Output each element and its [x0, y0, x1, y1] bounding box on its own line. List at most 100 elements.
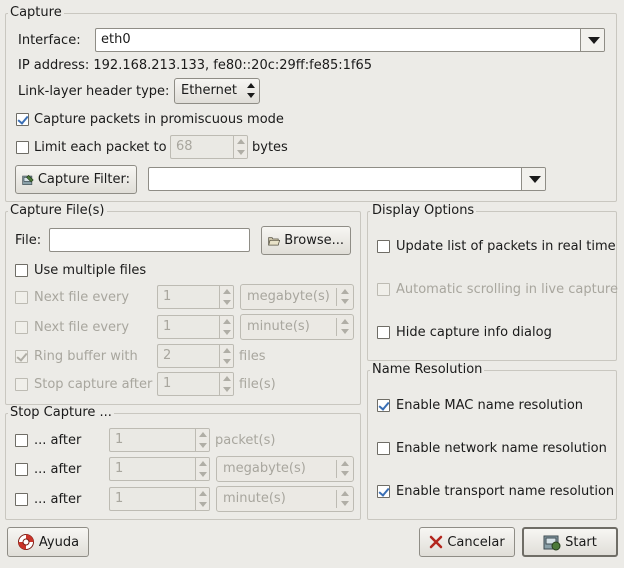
start-button[interactable]: Start — [522, 527, 618, 557]
ring-buffer-unit: files — [239, 349, 266, 364]
limit-packet-checkbox[interactable] — [16, 141, 29, 154]
updown-arrows-icon — [247, 83, 255, 98]
spinner-arrows-icon — [219, 316, 233, 338]
spinner-arrows-icon — [195, 488, 209, 510]
lifebuoy-icon — [17, 534, 34, 550]
next-file-time-unit-select[interactable]: minute(s) — [240, 314, 354, 340]
network-resolution-label[interactable]: Enable network name resolution — [396, 441, 607, 456]
next-file-size-unit-select[interactable]: megabyte(s) — [240, 284, 354, 310]
link-layer-select[interactable]: Ethernet — [174, 78, 260, 104]
stop-time-value: 1 — [115, 491, 124, 506]
chevron-down-icon[interactable] — [521, 168, 545, 190]
stop-size-value: 1 — [115, 461, 124, 476]
limit-packet-value: 68 — [176, 139, 193, 154]
stop-packets-value: 1 — [115, 432, 124, 447]
promiscuous-label[interactable]: Capture packets in promiscuous mode — [34, 112, 284, 127]
limit-packet-label[interactable]: Limit each packet to — [34, 140, 167, 155]
ip-address-label: IP address: 192.168.213.133, fe80::20c:2… — [18, 58, 373, 73]
spinner-arrows-icon — [195, 429, 209, 451]
stop-packets-label[interactable]: ... after — [34, 433, 81, 448]
autoscroll-label: Automatic scrolling in live capture — [396, 282, 618, 297]
next-file-size-checkbox[interactable] — [15, 291, 28, 304]
browse-button[interactable]: Browse... — [261, 226, 351, 255]
hide-info-label[interactable]: Hide capture info dialog — [396, 325, 552, 340]
folder-open-icon — [268, 236, 281, 245]
updown-arrows-icon — [341, 491, 349, 506]
browse-label: Browse... — [284, 233, 344, 248]
next-file-time-unit: minute(s) — [247, 319, 310, 334]
spinner-arrows-icon — [195, 458, 209, 480]
ring-buffer-checkbox[interactable] — [15, 350, 28, 363]
stop-time-label[interactable]: ... after — [34, 492, 81, 507]
transport-resolution-label[interactable]: Enable transport name resolution — [396, 484, 614, 499]
hide-info-checkbox[interactable] — [377, 326, 390, 339]
promiscuous-checkbox[interactable] — [16, 113, 29, 126]
next-file-time-value: 1 — [163, 319, 172, 334]
stop-packets-checkbox[interactable] — [15, 434, 28, 447]
updown-arrows-icon — [341, 461, 349, 476]
stop-size-unit: megabyte(s) — [223, 461, 306, 476]
capture-start-icon — [543, 535, 561, 551]
stop-time-checkbox[interactable] — [15, 493, 28, 506]
close-icon — [430, 535, 443, 549]
spinner-arrows-icon — [219, 286, 233, 308]
cancel-label: Cancelar — [447, 534, 505, 550]
help-button[interactable]: Ayuda — [7, 527, 89, 557]
filter-icon — [22, 174, 34, 185]
link-layer-value: Ethernet — [181, 83, 237, 98]
limit-packet-spinner[interactable]: 68 — [170, 135, 248, 159]
stop-time-spinner[interactable]: 1 — [109, 487, 210, 511]
multiple-files-label[interactable]: Use multiple files — [34, 263, 146, 278]
interface-label: Interface: — [18, 33, 81, 48]
file-label: File: — [15, 233, 42, 248]
start-label: Start — [565, 534, 597, 550]
transport-resolution-checkbox[interactable] — [377, 485, 390, 498]
spinner-arrows-icon — [233, 136, 247, 158]
next-file-time-label: Next file every — [34, 320, 130, 335]
display-options-title: Display Options — [370, 203, 477, 218]
file-input[interactable] — [49, 228, 250, 252]
interface-combo[interactable]: eth0 — [95, 28, 605, 52]
capture-frame-title: Capture — [8, 5, 64, 20]
network-resolution-checkbox[interactable] — [377, 442, 390, 455]
stop-packets-unit: packet(s) — [215, 433, 276, 448]
capture-files-title: Capture File(s) — [8, 203, 107, 218]
stop-capture-title: Stop Capture ... — [8, 405, 114, 420]
mac-resolution-checkbox[interactable] — [377, 399, 390, 412]
capture-filter-button[interactable]: Capture Filter: — [15, 165, 137, 194]
ring-buffer-spinner[interactable]: 2 — [157, 344, 234, 368]
autoscroll-checkbox[interactable] — [377, 283, 390, 296]
stop-size-checkbox[interactable] — [15, 463, 28, 476]
cancel-button[interactable]: Cancelar — [419, 527, 515, 557]
next-file-size-unit: megabyte(s) — [247, 289, 330, 304]
interface-value: eth0 — [101, 32, 131, 47]
capture-filter-combo[interactable] — [148, 167, 546, 191]
stop-size-label[interactable]: ... after — [34, 462, 81, 477]
link-layer-label: Link-layer header type: — [18, 84, 170, 99]
next-file-time-checkbox[interactable] — [15, 321, 28, 334]
updown-arrows-icon — [341, 319, 349, 334]
stop-time-unit-select[interactable]: minute(s) — [216, 486, 354, 512]
stop-after-files-label: Stop capture after — [34, 377, 153, 392]
next-file-size-spinner[interactable]: 1 — [157, 285, 234, 309]
stop-time-unit: minute(s) — [223, 491, 286, 506]
multiple-files-checkbox[interactable] — [15, 264, 28, 277]
stop-packets-spinner[interactable]: 1 — [109, 428, 210, 452]
stop-size-unit-select[interactable]: megabyte(s) — [216, 456, 354, 482]
help-label: Ayuda — [38, 534, 80, 550]
updown-arrows-icon — [341, 289, 349, 304]
chevron-down-icon[interactable] — [580, 29, 604, 51]
stop-after-files-spinner[interactable]: 1 — [157, 372, 234, 396]
stop-size-spinner[interactable]: 1 — [109, 457, 210, 481]
limit-unit-label: bytes — [252, 140, 288, 155]
ring-buffer-value: 2 — [163, 348, 172, 363]
next-file-size-label: Next file every — [34, 290, 130, 305]
mac-resolution-label[interactable]: Enable MAC name resolution — [396, 398, 583, 413]
stop-after-files-checkbox[interactable] — [15, 378, 28, 391]
next-file-size-value: 1 — [163, 289, 172, 304]
next-file-time-spinner[interactable]: 1 — [157, 315, 234, 339]
ring-buffer-label: Ring buffer with — [34, 349, 138, 364]
spinner-arrows-icon — [219, 345, 233, 367]
update-realtime-checkbox[interactable] — [377, 240, 390, 253]
update-realtime-label[interactable]: Update list of packets in real time — [396, 239, 616, 254]
